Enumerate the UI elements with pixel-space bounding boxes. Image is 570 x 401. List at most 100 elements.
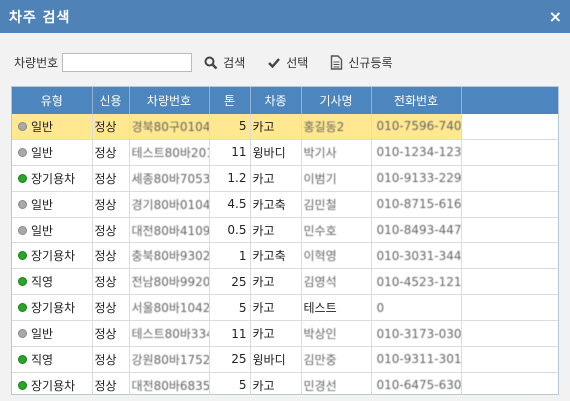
kind-value: 카고 (252, 301, 275, 316)
column-header-plate[interactable]: 차량번호 (129, 87, 210, 114)
column-header-ton[interactable]: 톤 (209, 87, 251, 114)
column-header-type[interactable]: 유형 (12, 87, 93, 114)
driver-value: 박상인 (303, 327, 337, 342)
cell-kind: 카고 (250, 217, 302, 244)
search-button-label: 검색 (223, 56, 246, 70)
type-value: 장기용차 (31, 249, 76, 264)
cell-credit: 정상 (92, 268, 130, 296)
table-row[interactable]: 일반 정상 대전80바4109 0.5 카고 민수호 010-8493-4477 (12, 217, 558, 244)
cell-kind: 카고 (250, 372, 302, 394)
table-row[interactable]: 장기용차 정상 충북80바9302 1 카고축 이혁영 010-3031-3443 (12, 242, 558, 270)
cell-kind: 카고 (250, 294, 302, 322)
column-header-kind[interactable]: 차종 (250, 87, 302, 114)
ton-value: 0.5 (227, 223, 247, 237)
cell-ton: 5 (209, 294, 251, 322)
cell-credit: 정상 (92, 320, 130, 348)
phone-value: 010-4523-1215 (376, 274, 461, 289)
cell-type: 직영 (12, 268, 93, 296)
status-dot-icon (18, 173, 27, 183)
plate-value: 대전80바6835 (131, 378, 209, 393)
ton-value: 25 (231, 274, 247, 289)
phone-value: 010-6475-6300 (376, 378, 461, 393)
select-button[interactable]: 선택 (267, 54, 308, 71)
cell-driver: 테스트 (301, 294, 372, 322)
phone-value: 010-8493-4477 (376, 223, 461, 237)
dialog-titlebar: 차주 검색 × (0, 0, 570, 33)
table-row[interactable]: 장기용차 정상 대전80바6835 5 카고 민경선 010-6475-6300 (12, 372, 558, 394)
type-value: 일반 (31, 145, 54, 160)
column-header-credit[interactable]: 신용 (92, 87, 130, 114)
plate-value: 테스트80바2011 (131, 145, 209, 160)
table-row[interactable]: 장기용차 정상 서울80바1042 5 카고 테스트 0 (12, 294, 558, 322)
credit-value: 정상 (94, 223, 117, 238)
table-row[interactable]: 직영 정상 전남80바9920 25 카고 김영석 010-4523-1215 (12, 268, 558, 296)
cell-phone: 010-9133-2296 (371, 165, 462, 192)
cell-phone: 010-1234-1234 (371, 139, 462, 166)
credit-value: 정상 (94, 327, 117, 342)
cell-driver: 김만중 (301, 346, 372, 373)
plate-value: 테스트80바3343 (131, 327, 209, 342)
cell-phone: 010-7596-7400 (371, 114, 462, 140)
cell-credit: 정상 (92, 165, 130, 192)
search-button[interactable]: 검색 (204, 54, 245, 71)
phone-value: 010-9311-3012 (376, 352, 461, 367)
status-dot-icon (18, 199, 27, 209)
cell-driver: 김영석 (301, 268, 372, 296)
ton-value: 4.5 (227, 197, 247, 212)
cell-kind: 윙바디 (250, 139, 302, 166)
driver-value: 이범기 (303, 171, 337, 186)
register-button-label: 신규등록 (348, 56, 393, 70)
credit-value: 정상 (94, 145, 117, 160)
cell-ton: 0.5 (209, 217, 251, 244)
column-header-phone[interactable]: 전화번호 (371, 87, 462, 114)
cell-plate: 대전80바4109 (129, 217, 210, 244)
ton-value: 1.2 (227, 171, 247, 186)
table-row[interactable]: 일반 정상 테스트80바3343 11 카고 박상인 010-3173-0300 (12, 320, 558, 348)
type-value: 장기용차 (31, 301, 76, 316)
credit-value: 정상 (94, 352, 117, 367)
type-value: 일반 (31, 197, 54, 212)
plate-number-input[interactable] (62, 53, 193, 72)
cell-plate: 경북80구0104 (129, 114, 210, 140)
table-row[interactable]: 일반 정상 테스트80바2011 11 윙바디 박기사 010-1234-1234 (12, 139, 558, 166)
phone-value: 010-1234-1234 (376, 145, 461, 160)
search-icon (204, 56, 218, 69)
cell-type: 장기용차 (12, 165, 93, 192)
cell-ton: 1 (209, 242, 251, 270)
credit-value: 정상 (94, 119, 117, 134)
cell-phone: 010-3173-0300 (371, 320, 462, 348)
cell-filler (461, 372, 558, 394)
register-button[interactable]: 신규등록 (330, 54, 393, 71)
document-icon (331, 55, 343, 70)
type-value: 일반 (31, 223, 54, 238)
cell-plate: 경기80바0104 (129, 191, 210, 218)
ton-value: 11 (231, 145, 247, 160)
close-icon[interactable]: × (549, 7, 562, 26)
cell-phone: 010-6475-6300 (371, 372, 462, 394)
cell-credit: 정상 (92, 114, 130, 140)
cell-kind: 카고축 (250, 191, 302, 218)
cell-type: 장기용차 (12, 242, 93, 270)
status-dot-icon (18, 329, 27, 339)
cell-phone: 010-8715-6162 (371, 191, 462, 218)
cell-ton: 1.2 (209, 165, 251, 192)
cell-plate: 강원80바1752 (129, 346, 210, 373)
cell-filler (461, 268, 558, 296)
table-row[interactable]: 직영 정상 강원80바1752 25 윙바디 김만중 010-9311-3012 (12, 346, 558, 373)
phone-value: 0 (376, 300, 385, 315)
cell-type: 직영 (12, 346, 93, 373)
driver-value: 김민철 (303, 197, 337, 212)
table-row[interactable]: 일반 정상 경북80구0104 5 카고 홍길동2 010-7596-7400 (12, 114, 558, 140)
driver-value: 이혁영 (303, 249, 337, 264)
table-row[interactable]: 일반 정상 경기80바0104 4.5 카고축 김민철 010-8715-6162 (12, 191, 558, 218)
table-row[interactable]: 장기용차 정상 세종80바7053 1.2 카고 이범기 010-9133-2296 (12, 165, 558, 192)
credit-value: 정상 (94, 301, 117, 316)
kind-value: 카고축 (252, 249, 286, 264)
ton-value: 1 (238, 248, 247, 263)
column-header-driver[interactable]: 기사명 (301, 87, 372, 114)
type-value: 장기용차 (31, 378, 76, 393)
ton-value: 5 (238, 119, 247, 134)
cell-type: 일반 (12, 114, 93, 140)
ton-value: 25 (231, 352, 247, 367)
cell-credit: 정상 (92, 346, 130, 373)
